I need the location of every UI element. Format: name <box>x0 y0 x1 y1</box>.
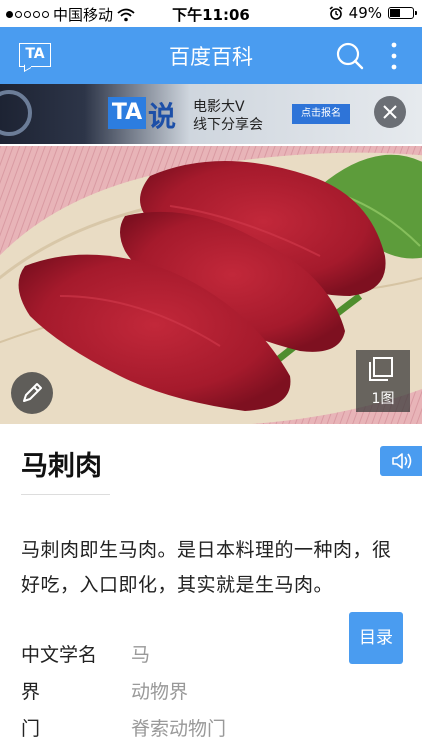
status-bar: 中国移动 下午11:06 49% <box>0 0 422 27</box>
gallery-count: 1图 <box>371 391 395 407</box>
title-divider <box>21 494 110 495</box>
ad-banner[interactable]: TA 说 电影大V 线下分享会 <box>0 84 422 144</box>
info-value: 马 <box>131 644 151 666</box>
signup-button[interactable]: 点击报名 <box>292 104 350 124</box>
info-key: 门 <box>21 718 41 740</box>
basic-info-table: 中文学名 马 界 动物界 门 脊索动物门 <box>21 640 321 751</box>
info-row: 中文学名 马 <box>21 640 321 677</box>
gallery-icon <box>369 357 393 381</box>
read-aloud-button[interactable] <box>380 446 422 476</box>
info-value: 脊索动物门 <box>131 718 227 740</box>
alarm-icon <box>329 6 343 20</box>
speaker-icon <box>392 453 412 469</box>
banner-badge: TA <box>108 97 146 129</box>
info-row: 门 脊索动物门 <box>21 714 321 751</box>
close-icon <box>383 105 397 119</box>
battery-percent: 49% <box>348 4 382 22</box>
search-icon[interactable] <box>335 41 365 71</box>
info-value: 动物界 <box>131 681 189 703</box>
info-key: 界 <box>21 681 41 703</box>
table-of-contents-button[interactable]: 目录 <box>349 612 403 664</box>
app-header: TA 百度百科 <box>0 27 422 84</box>
close-ad-button[interactable] <box>374 96 406 128</box>
entry-title: 马刺肉 <box>21 451 102 482</box>
film-reel-icon <box>0 90 32 136</box>
more-vertical-icon[interactable] <box>388 40 400 72</box>
info-key: 中文学名 <box>21 644 98 666</box>
entry-summary: 马刺肉即生马肉。是日本料理的一种肉，很好吃，入口即化，其实就是生马肉。 <box>21 539 392 596</box>
gallery-button[interactable]: 1图 <box>356 350 410 412</box>
battery-icon <box>388 7 417 19</box>
banner-line1: 电影大V <box>193 99 245 115</box>
info-row: 界 动物界 <box>21 677 321 714</box>
pencil-icon <box>23 383 42 402</box>
banner-brand: 说 <box>148 100 177 133</box>
banner-line2: 线下分享会 <box>193 117 263 133</box>
edit-button[interactable] <box>11 372 53 414</box>
status-right: 49% <box>329 4 417 22</box>
